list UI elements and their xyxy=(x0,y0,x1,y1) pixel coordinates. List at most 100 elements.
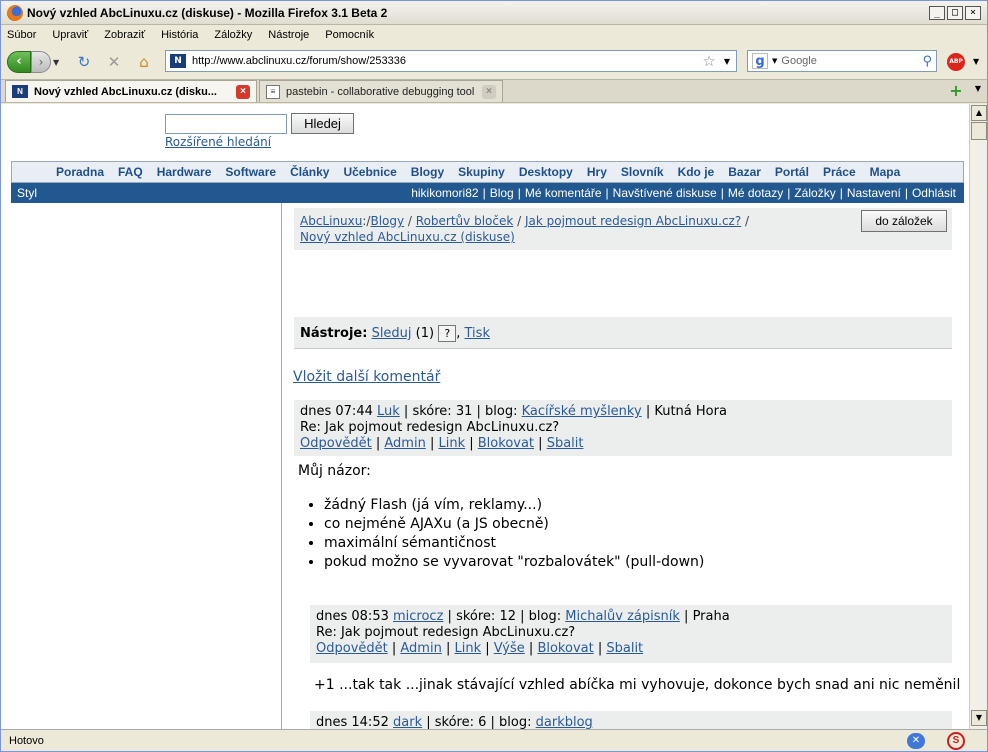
help-button[interactable]: ? xyxy=(438,325,457,342)
tab-close-icon[interactable]: × xyxy=(482,84,496,99)
scroll-down-icon[interactable]: ▼ xyxy=(971,710,987,726)
comment-blog-link[interactable]: Michalův zápisník xyxy=(565,609,680,624)
menu-view[interactable]: Zobraziť xyxy=(104,29,145,41)
scroll-thumb[interactable] xyxy=(971,122,987,140)
scroll-up-icon[interactable]: ▲ xyxy=(971,105,987,121)
add-bookmark-button[interactable]: do záložek xyxy=(861,210,947,232)
comment-header: dnes 07:44 Luk | skóre: 31 | blog: Kacíř… xyxy=(294,400,952,456)
search-input[interactable]: Google xyxy=(781,55,922,67)
nav-hardware[interactable]: Hardware xyxy=(157,165,212,179)
nav-portal[interactable]: Portál xyxy=(775,165,809,179)
nav-kdo-je[interactable]: Kdo je xyxy=(678,165,715,179)
left-column xyxy=(11,203,282,729)
nav-skupiny[interactable]: Skupiny xyxy=(458,165,505,179)
tab-abclinuxu[interactable]: N Nový vzhled AbcLinuxu.cz (disku... × xyxy=(5,80,257,102)
maximize-button[interactable]: □ xyxy=(947,5,963,20)
google-engine-icon[interactable]: g xyxy=(752,53,768,69)
menu-help[interactable]: Pomocník xyxy=(325,29,374,41)
forward-button[interactable]: › xyxy=(31,51,51,73)
page-viewport: Hledej Rozšířené hledání Poradna FAQ Har… xyxy=(1,104,969,729)
browser-window: Nový vzhled AbcLinuxu.cz (diskuse) - Moz… xyxy=(0,0,988,752)
admin-link[interactable]: Admin xyxy=(384,436,425,451)
comment-author-link[interactable]: Luk xyxy=(377,404,400,419)
user-link[interactable]: hikikomori82 xyxy=(411,186,478,200)
comment-author-link[interactable]: microcz xyxy=(393,609,443,624)
stop-icon[interactable]: ✕ xyxy=(105,53,123,71)
search-bar[interactable]: g ▼ Google ⚲ xyxy=(747,50,937,72)
url-bar[interactable]: N http://www.abclinuxu.cz/forum/show/253… xyxy=(165,50,737,72)
url-dropdown-icon[interactable]: ▼ xyxy=(724,57,730,66)
parent-link[interactable]: Výše xyxy=(494,641,525,656)
crumb-root[interactable]: AbcLinuxu xyxy=(300,214,362,228)
permalink-link[interactable]: Link xyxy=(438,436,465,451)
reload-icon[interactable]: ↻ xyxy=(75,53,93,71)
menu-bookmarks[interactable]: Záložky xyxy=(214,29,252,41)
style-link[interactable]: Styl xyxy=(17,186,411,200)
nav-faq[interactable]: FAQ xyxy=(118,165,143,179)
nav-hry[interactable]: Hry xyxy=(587,165,607,179)
crumb-robert[interactable]: Robertův bloček xyxy=(416,214,514,228)
collapse-link[interactable]: Sbalit xyxy=(547,436,584,451)
crumb-jak[interactable]: Jak pojmout redesign AbcLinuxu.cz? xyxy=(525,214,741,228)
engine-dropdown-icon[interactable]: ▼ xyxy=(772,57,777,65)
add-comment-link[interactable]: Vložit další komentář xyxy=(293,369,440,385)
nav-software[interactable]: Software xyxy=(225,165,276,179)
menu-file[interactable]: Súbor xyxy=(7,29,36,41)
back-button[interactable]: ‹ xyxy=(7,51,31,73)
advanced-search-link[interactable]: Rozšířené hledání xyxy=(165,135,271,149)
blog-link[interactable]: Blog xyxy=(490,186,514,200)
nav-blogy[interactable]: Blogy xyxy=(411,165,444,179)
comment-blog-link[interactable]: darkblog xyxy=(536,715,593,729)
settings-link[interactable]: Nastavení xyxy=(847,186,901,200)
nav-clanky[interactable]: Články xyxy=(290,165,329,179)
crumb-novy[interactable]: Nový vzhled AbcLinuxu.cz (diskuse) xyxy=(300,230,515,244)
collapse-link[interactable]: Sbalit xyxy=(606,641,643,656)
site-search-input[interactable] xyxy=(165,114,287,134)
bookmarks-link[interactable]: Záložky xyxy=(794,186,835,200)
minimize-button[interactable]: _ xyxy=(929,5,945,20)
tab-close-icon[interactable]: × xyxy=(236,84,250,99)
watch-count: (1) xyxy=(415,326,435,341)
nav-slovnik[interactable]: Slovník xyxy=(621,165,664,179)
nav-ucebnice[interactable]: Učebnice xyxy=(343,165,396,179)
block-link[interactable]: Blokovat xyxy=(537,641,593,656)
visited-discussions-link[interactable]: Navštívené diskuse xyxy=(613,186,717,200)
nav-prace[interactable]: Práce xyxy=(823,165,856,179)
nav-poradna[interactable]: Poradna xyxy=(56,165,104,179)
home-icon[interactable]: ⌂ xyxy=(135,53,153,71)
tab-pastebin[interactable]: ≡ pastebin - collaborative debugging too… xyxy=(259,80,503,102)
my-questions-link[interactable]: Mé dotazy xyxy=(728,186,783,200)
abp-dropdown-icon[interactable]: ▼ xyxy=(973,57,979,66)
url-text[interactable]: http://www.abclinuxu.cz/forum/show/25333… xyxy=(192,55,702,67)
noscript-icon[interactable]: ✕ xyxy=(907,733,925,749)
bookmark-star-icon[interactable]: ☆ xyxy=(702,52,715,70)
tab-list-dropdown-icon[interactable]: ▼ xyxy=(975,84,981,93)
menu-tools[interactable]: Nástroje xyxy=(268,29,309,41)
reply-link[interactable]: Odpovědět xyxy=(300,436,372,451)
menu-edit[interactable]: Upraviť xyxy=(52,29,88,41)
search-magnifier-icon[interactable]: ⚲ xyxy=(922,54,932,69)
permalink-link[interactable]: Link xyxy=(454,641,481,656)
nav-desktopy[interactable]: Desktopy xyxy=(519,165,573,179)
new-tab-icon[interactable]: + xyxy=(947,82,965,100)
print-link[interactable]: Tisk xyxy=(465,326,490,341)
history-dropdown-icon[interactable]: ▼ xyxy=(53,58,63,67)
my-comments-link[interactable]: Mé komentáře xyxy=(525,186,602,200)
menu-history[interactable]: História xyxy=(161,29,198,41)
vertical-scrollbar[interactable]: ▲ ▼ xyxy=(969,104,987,729)
nav-mapa[interactable]: Mapa xyxy=(870,165,901,179)
nav-bazar[interactable]: Bazar xyxy=(728,165,761,179)
site-search-button[interactable]: Hledej xyxy=(291,113,354,134)
comment-blog-link[interactable]: Kacířské myšlenky xyxy=(522,404,642,419)
admin-link[interactable]: Admin xyxy=(400,641,441,656)
pastebin-favicon-icon: ≡ xyxy=(266,84,280,99)
reply-link[interactable]: Odpovědět xyxy=(316,641,388,656)
crumb-blogy[interactable]: Blogy xyxy=(370,214,404,228)
comment-author-link[interactable]: dark xyxy=(393,715,422,729)
block-link[interactable]: Blokovat xyxy=(478,436,534,451)
close-button[interactable]: × xyxy=(965,5,981,20)
adblock-icon[interactable]: ABP xyxy=(947,53,965,71)
watch-link[interactable]: Sleduj xyxy=(372,326,412,341)
logout-link[interactable]: Odhlásit xyxy=(912,186,956,200)
security-icon[interactable]: S xyxy=(947,732,965,750)
